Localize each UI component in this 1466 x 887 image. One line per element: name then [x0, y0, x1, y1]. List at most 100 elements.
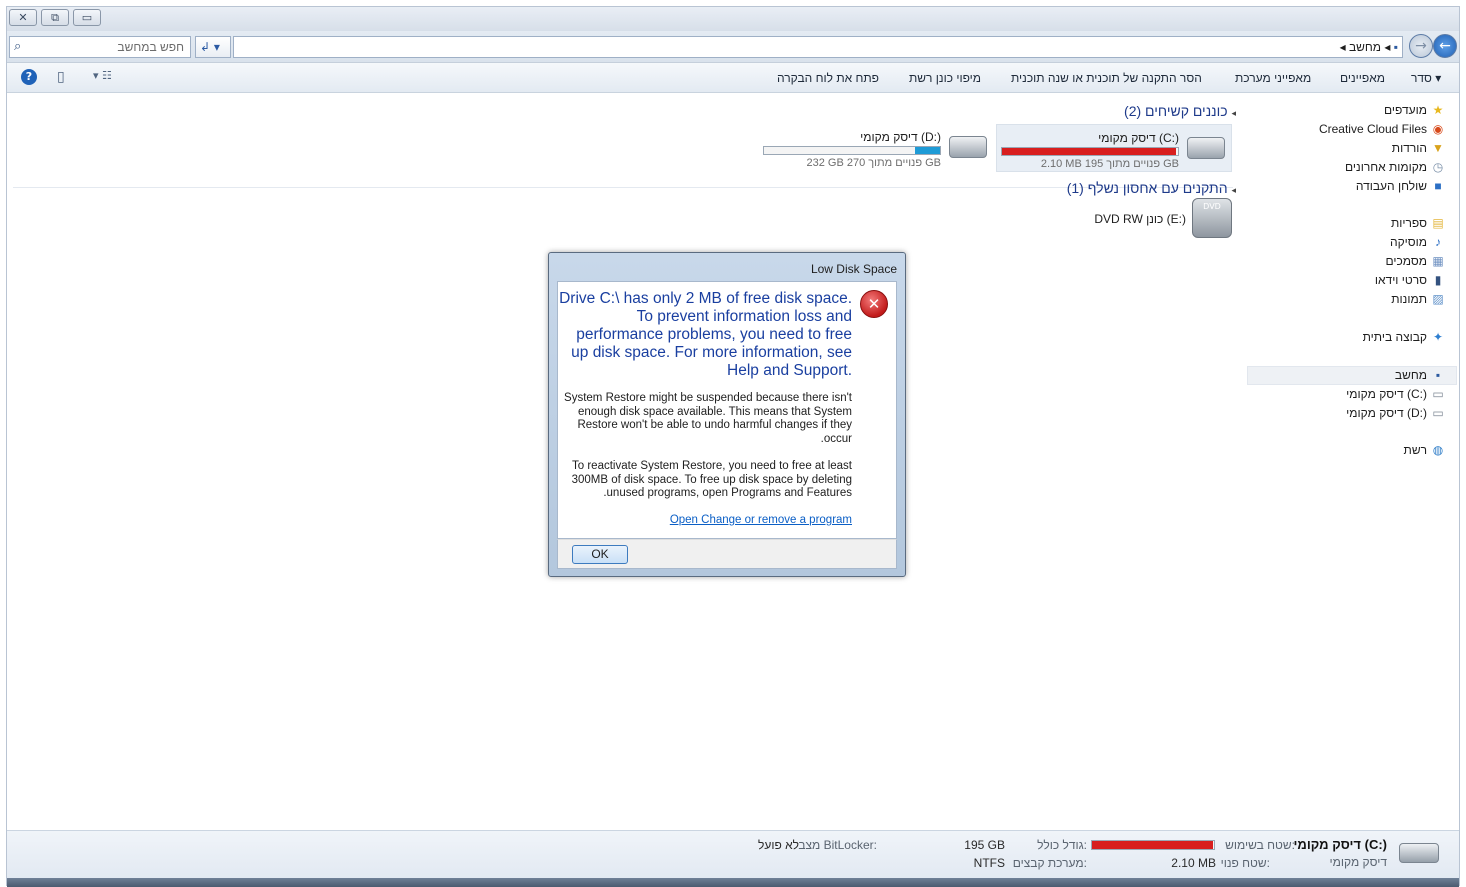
removable-header[interactable]: התקנים עם אחסון נשלף (1) ◂: [1067, 180, 1236, 196]
details-type: דיסק מקומי: [1329, 855, 1388, 869]
restore-icon[interactable]: ⧉: [41, 9, 69, 26]
views-icon[interactable]: ▾ ☷: [93, 69, 112, 82]
title-bar: ✕ ⧉ ▭: [7, 7, 1459, 31]
system-properties-button[interactable]: מאפייני מערכת: [1235, 71, 1311, 85]
drive-info: 2.10 MB פנויים מתוך 195 GB: [1040, 158, 1179, 170]
computer-icon: ▪: [1435, 368, 1441, 382]
nav-drive-d[interactable]: דיסק מקומי (D:) ▭: [1346, 406, 1445, 420]
star-icon: ★: [1432, 103, 1444, 117]
main-instruction: .Drive C:\ has only 2 MB of free disk sp…: [559, 290, 852, 379]
divider: [13, 187, 1233, 188]
computer-icon: ▪: [1393, 40, 1398, 54]
usage-bar: [763, 146, 941, 155]
dialog-title: Low Disk Space: [810, 262, 897, 276]
creative-cloud-icon: ◉: [1432, 122, 1444, 136]
drive-icon: ▭: [1432, 387, 1444, 401]
fs-label: מערכת קבצים:: [1012, 856, 1087, 870]
desktop-icon: ■: [1434, 179, 1442, 193]
dialog-body: ✕ .Drive C:\ has only 2 MB of free disk …: [557, 281, 897, 539]
map-drive-button[interactable]: מיפוי כונן רשת: [909, 71, 981, 85]
drive-name: דיסק מקומי (D:): [860, 130, 941, 144]
nav-desktop[interactable]: שולחן העבודה ■: [1356, 179, 1445, 193]
libraries-icon: ▤: [1432, 216, 1444, 230]
search-input[interactable]: ⌕ חפש במחשב: [9, 36, 191, 58]
organize-button[interactable]: סדר ▾: [1411, 71, 1441, 85]
usage-fill: [1002, 148, 1177, 155]
open-programs-link[interactable]: Open Change or remove a program: [670, 514, 852, 526]
nav-network[interactable]: רשת ◍: [1404, 443, 1445, 457]
free-space-value: 2.10 MB: [1171, 856, 1216, 870]
dvd-drive-name: DVD RW כונן (E:): [1094, 212, 1186, 226]
hard-drives-header[interactable]: כוננים קשיחים (2) ◂: [1124, 103, 1236, 119]
drive-name: דיסק מקומי (C:): [1098, 131, 1179, 145]
preview-pane-icon[interactable]: ▯: [57, 69, 65, 85]
system-restore-paragraph: System Restore might be suspended becaus…: [564, 392, 852, 445]
recent-places-icon: ◷: [1432, 160, 1444, 174]
uninstall-button[interactable]: הסר התקנה של תוכנית או שנה תוכנית: [1011, 71, 1202, 85]
dialog-footer: OK: [557, 539, 897, 569]
documents-icon: ▦: [1432, 254, 1444, 268]
command-bar: ? ▯ ▾ ☷ פתח את לוח הבקרה מיפוי כונן רשת …: [7, 63, 1459, 93]
bitlocker-value: לא פועל: [757, 838, 799, 852]
nav-recent-places[interactable]: מקומות אחרונים ◷: [1345, 160, 1445, 174]
minimize-icon[interactable]: ▭: [73, 9, 101, 26]
videos-icon: ▮: [1434, 273, 1442, 287]
nav-documents[interactable]: מסמכים ▦: [1385, 254, 1445, 268]
control-panel-button[interactable]: פתח את לוח הבקרה: [777, 71, 879, 85]
nav-pictures[interactable]: תמונות ▨: [1391, 292, 1445, 306]
network-icon: ◍: [1432, 443, 1444, 457]
fs-value: NTFS: [973, 856, 1005, 870]
close-icon[interactable]: ✕: [9, 9, 37, 26]
dvd-drive-icon: DVD: [1192, 198, 1232, 238]
help-icon[interactable]: ?: [21, 69, 37, 85]
pictures-icon: ▨: [1432, 292, 1444, 306]
drive-d-tile[interactable]: דיסק מקומי (D:) 232 GB פנויים מתוך 270 G…: [757, 124, 993, 172]
low-disk-space-dialog: Low Disk Space ✕ .Drive C:\ has only 2 M…: [548, 252, 906, 577]
nav-videos[interactable]: סרטי וידאו ▮: [1375, 273, 1445, 287]
drive-icon: ▭: [1432, 406, 1444, 420]
search-icon: ⌕: [14, 39, 22, 54]
music-icon: ♪: [1435, 235, 1441, 249]
details-usage-fill: [1092, 841, 1213, 849]
refresh-button[interactable]: ↲ ▾: [195, 36, 231, 58]
drive-info: 232 GB פנויים מתוך 270 GB: [806, 157, 941, 169]
details-pane: דיסק מקומי (C:) דיסק מקומי שטח בשימוש: ש…: [7, 830, 1459, 878]
properties-button[interactable]: מאפיינים: [1340, 71, 1385, 85]
collapse-icon: ◂: [1231, 185, 1236, 195]
hard-drive-icon: [949, 136, 987, 158]
ok-button[interactable]: OK: [572, 545, 628, 564]
details-usage-bar: [1091, 840, 1215, 850]
homegroup-icon: ✦: [1432, 330, 1444, 344]
forward-icon[interactable]: →: [1409, 34, 1433, 58]
breadcrumb[interactable]: ◂ מחשב ◂ ▪: [1340, 40, 1398, 54]
used-space-label: שטח בשימוש:: [1225, 838, 1295, 852]
nav-drive-c[interactable]: דיסק מקומי (C:) ▭: [1346, 387, 1445, 401]
address-row: ⌕ חפש במחשב ↲ ▾ ◂ מחשב ◂ ▪ → ←: [7, 31, 1459, 63]
free-space-label: שטח פנוי:: [1220, 856, 1270, 870]
nav-libraries[interactable]: ספריות ▤: [1391, 216, 1445, 230]
explorer-window: ✕ ⧉ ▭ ⌕ חפש במחשב ↲ ▾ ◂ מחשב ◂ ▪ → ← ? ▯…: [6, 6, 1460, 887]
usage-bar: [1001, 147, 1179, 156]
usage-fill: [915, 147, 940, 154]
breadcrumb-text: ◂ מחשב ◂: [1339, 40, 1391, 54]
downloads-icon: ▼: [1432, 141, 1444, 155]
navigation-pane: מועדפים ★ Creative Cloud Files ◉ הורדות ▼ מ…: [1245, 94, 1459, 830]
reactivate-paragraph: To reactivate System Restore, you need t…: [571, 460, 852, 500]
nav-computer[interactable]: מחשב ▪: [1395, 368, 1445, 382]
bitlocker-label: מצב BitLocker:: [798, 838, 877, 852]
nav-homegroup[interactable]: קבוצה ביתית ✦: [1363, 330, 1445, 344]
back-icon[interactable]: ←: [1433, 34, 1457, 58]
error-icon: ✕: [860, 290, 888, 318]
address-bar[interactable]: ◂ מחשב ◂ ▪: [233, 36, 1403, 58]
total-size-label: גודל כולל:: [1037, 838, 1087, 852]
nav-downloads[interactable]: הורדות ▼: [1392, 141, 1445, 155]
hard-drive-icon: [1399, 843, 1439, 863]
search-placeholder: חפש במחשב: [117, 40, 184, 54]
nav-creative-cloud[interactable]: Creative Cloud Files ◉: [1319, 122, 1445, 136]
total-size-value: 195 GB: [964, 838, 1005, 852]
nav-music[interactable]: מוסיקה ♪: [1390, 235, 1445, 249]
nav-favorites[interactable]: מועדפים ★: [1384, 103, 1445, 117]
drive-c-tile[interactable]: דיסק מקומי (C:) 2.10 MB פנויים מתוך 195 …: [996, 124, 1232, 172]
hard-drive-icon: [1187, 137, 1225, 159]
collapse-icon: ◂: [1231, 108, 1236, 118]
